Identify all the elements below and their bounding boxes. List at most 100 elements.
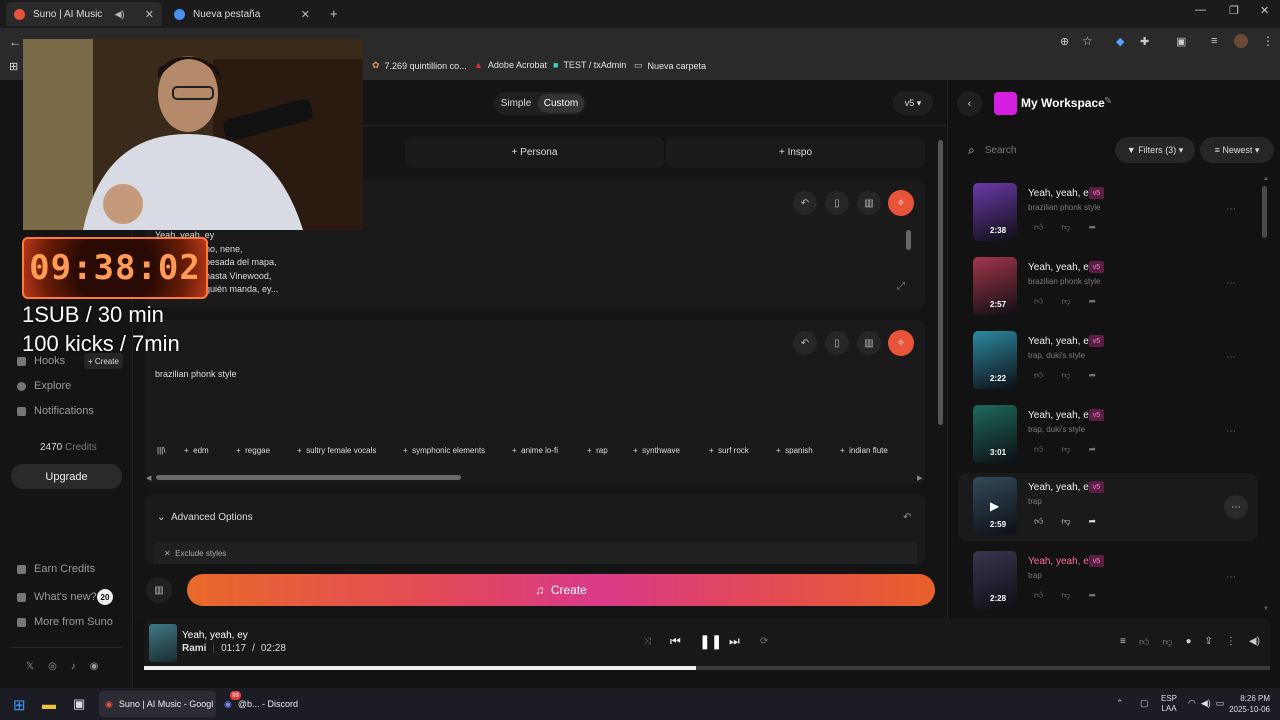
shuffle-icon[interactable]: ⤨ [643, 636, 651, 647]
chips-scrollbar[interactable] [156, 475, 461, 480]
close-window-icon[interactable]: ✕ [1260, 4, 1269, 17]
close-tab-icon[interactable]: ✕ [145, 8, 154, 21]
chip-anime-lofi[interactable]: + anime lo-fi [512, 441, 582, 459]
apps-icon[interactable]: ⊞ [9, 60, 18, 73]
song-list-scrollbar[interactable] [1262, 186, 1267, 238]
repeat-icon[interactable]: ⟳ [760, 636, 768, 647]
playlist-icon[interactable]: ≡ [1211, 35, 1217, 47]
chrome-menu-icon[interactable]: ⋮ [1262, 34, 1274, 48]
shield-icon[interactable]: ◆ [1116, 35, 1124, 48]
new-tab-icon[interactable]: + [330, 6, 338, 21]
edit-pencil-icon[interactable]: ✎ [1104, 96, 1112, 107]
task-app-icon[interactable]: ▣ [73, 696, 85, 712]
close-tab-icon[interactable]: ✕ [301, 8, 310, 21]
windows-start-icon[interactable]: ⊞ [13, 696, 26, 714]
chip-synthwave[interactable]: + synthwave [633, 441, 703, 459]
thumbs-up-icon[interactable]: 👍︎ [1034, 516, 1043, 527]
more-options-icon[interactable]: ⋯ [1226, 204, 1236, 215]
back-chevron-icon[interactable]: ‹ [957, 91, 982, 116]
more-options-icon[interactable]: ⋯ [1226, 572, 1236, 583]
chip-sultry-female-vocals[interactable]: + sultry female vocals [297, 441, 399, 459]
more-options-icon[interactable]: ⋯ [1224, 495, 1248, 519]
more-options-icon[interactable]: ⋯ [1226, 352, 1236, 363]
share-icon[interactable]: ➦ [1089, 444, 1097, 455]
chip-surf-rock[interactable]: + surf rock [709, 441, 771, 459]
song-title[interactable]: Yeah, yeah, ey [1028, 556, 1094, 567]
clock[interactable]: 8:26 PM 2025-10-06 [1224, 693, 1270, 715]
advanced-options-toggle[interactable]: ⌄ Advanced Options [157, 512, 253, 523]
tab-new[interactable]: Nueva pestaña ✕ [166, 2, 318, 26]
x-twitter-icon[interactable]: 𝕏 [26, 661, 34, 672]
workspace-search[interactable]: ⌕ Search [960, 137, 1109, 163]
search-input[interactable]: Search [985, 145, 1017, 156]
styles-input[interactable]: brazilian phonk style [155, 369, 237, 379]
tab-suno[interactable]: Suno | AI Music ◀) ✕ [6, 2, 162, 26]
scroll-right-icon[interactable]: ▶ [917, 474, 922, 482]
bookmark-star-icon[interactable]: ☆ [1082, 34, 1093, 48]
pause-icon[interactable]: ❚❚ [699, 633, 722, 650]
sidebar-item-whats-new[interactable]: What's new? [17, 591, 97, 603]
thumbs-down-icon[interactable]: 👎︎ [1162, 636, 1172, 648]
save-icon[interactable]: ▯ [825, 331, 849, 355]
reset-icon[interactable]: ↶ [903, 512, 911, 523]
tab-custom[interactable]: Custom [538, 94, 584, 113]
thumbs-up-icon[interactable]: 👍︎ [1034, 222, 1043, 233]
create-button[interactable]: ♫ Create [187, 574, 935, 606]
chip-indian-flute[interactable]: + indian flute [840, 441, 910, 459]
song-row[interactable]: 2:28 Yeah, yeah, ey v5 trap 👍︎ 👎︎ ➦ ⋯ [958, 547, 1258, 615]
more-options-icon[interactable]: ⋯ [1226, 426, 1236, 437]
sidebar-item-earn-credits[interactable]: Earn Credits [17, 563, 95, 575]
previous-icon[interactable]: ⏮ [670, 634, 681, 649]
translate-icon[interactable]: ⊕ [1060, 35, 1069, 48]
bookmark-4[interactable]: ▭ Nueva carpeta [634, 60, 706, 71]
speaker-icon[interactable]: ◀) [115, 9, 125, 20]
thumbs-up-icon[interactable]: 👍︎ [1034, 590, 1043, 601]
sort-button[interactable]: ≡ Newest ▾ [1200, 137, 1274, 163]
share-icon[interactable]: ➦ [1089, 296, 1097, 307]
tray-app-icon[interactable]: ▢ [1140, 698, 1149, 709]
scroll-left-icon[interactable]: ◀ [146, 474, 151, 482]
chip-rap[interactable]: + rap [587, 441, 627, 459]
song-row[interactable]: 2:59 Yeah, yeah, ey v5 trap 👍︎ 👎︎ ➦ ⋯ ▶ [958, 473, 1258, 541]
tab-simple[interactable]: Simple [498, 96, 534, 111]
volume-icon[interactable]: ◀) [1249, 636, 1260, 648]
more-options-icon[interactable]: ⋯ [1226, 278, 1236, 289]
song-title[interactable]: Yeah, yeah, ey [1028, 336, 1094, 347]
media-icon[interactable]: ▣ [1176, 35, 1186, 48]
discord-icon[interactable]: ◉ [90, 661, 99, 672]
song-title[interactable]: Yeah, yeah, ey [1028, 262, 1094, 273]
bookmark-3[interactable]: ■ TEST / txAdmin [553, 60, 626, 70]
magic-wand-icon[interactable]: ✧ [888, 190, 914, 216]
expand-icon[interactable]: ⤢ [897, 281, 905, 292]
styles-library-icon[interactable]: |||\ [157, 441, 165, 459]
share-icon[interactable]: ➦ [1089, 516, 1097, 527]
thumbs-down-icon[interactable]: 👎︎ [1061, 516, 1070, 527]
song-row[interactable]: 3:01 Yeah, yeah, ey v5 trap, duki's style 👍︎… [958, 401, 1258, 469]
list-scroll-up-icon[interactable]: ▲ [1263, 176, 1269, 182]
thumbs-up-icon[interactable]: 👍︎ [1139, 636, 1149, 648]
song-title[interactable]: Yeah, yeah, ey [1028, 482, 1094, 493]
share-icon[interactable]: ➦ [1089, 222, 1097, 233]
chip-reggae[interactable]: + reggae [236, 441, 292, 459]
sidebar-item-explore[interactable]: Explore [17, 380, 71, 392]
tray-chevron-icon[interactable]: ⌃ [1116, 698, 1124, 709]
now-playing-artist[interactable]: Rami [182, 643, 206, 654]
share-icon[interactable]: ⇪ [1205, 636, 1213, 648]
undo-icon[interactable]: ↶ [793, 191, 817, 215]
add-persona-button[interactable]: + Persona [405, 137, 664, 168]
trash-icon[interactable]: ▥ [857, 331, 881, 355]
now-playing-title[interactable]: Yeah, yeah, ey [182, 630, 248, 641]
exclude-styles-field[interactable] [153, 542, 917, 564]
volume-tray-icon[interactable]: ◀) [1201, 698, 1211, 709]
list-scroll-down-icon[interactable]: ▼ [1263, 606, 1269, 612]
instagram-icon[interactable]: ◎ [48, 661, 57, 672]
thumbs-down-icon[interactable]: 👎︎ [1061, 370, 1070, 381]
clear-trash-icon[interactable]: ▥ [146, 577, 172, 603]
version-select[interactable]: v5 ▾ [893, 91, 933, 115]
tiktok-icon[interactable]: ♪ [71, 661, 76, 672]
chip-spanish[interactable]: + spanish [776, 441, 831, 459]
profile-avatar[interactable] [1234, 34, 1248, 48]
song-row[interactable]: 2:22 Yeah, yeah, ey v5 trap, duki's style 👍︎… [958, 327, 1258, 395]
extensions-icon[interactable]: ✚ [1140, 35, 1149, 48]
chip-symphonic-elements[interactable]: + symphonic elements [403, 441, 505, 459]
